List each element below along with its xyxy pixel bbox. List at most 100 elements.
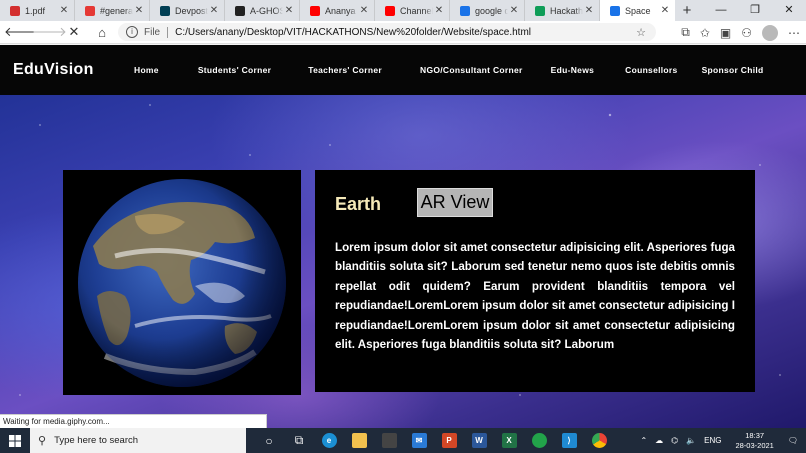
- edge-icon[interactable]: e: [314, 428, 344, 453]
- tab-close-icon[interactable]: ✕: [659, 5, 671, 16]
- youtube-icon: [385, 5, 395, 16]
- mail-icon[interactable]: ✉: [404, 428, 434, 453]
- planet-info-card: Earth AR View Lorem ipsum dolor sit amet…: [315, 170, 755, 392]
- devpost-icon: [160, 5, 170, 16]
- refresh-app-icon[interactable]: [524, 428, 554, 453]
- collections-button-icon[interactable]: ▣: [720, 26, 731, 40]
- address-field[interactable]: i File C:/Users/anany/Desktop/VIT/HACKAT…: [118, 23, 656, 41]
- toolbar-right: ⧉ ✩ ▣ ⚇ ⋯: [681, 21, 800, 44]
- notifications-icon[interactable]: 🗨: [788, 436, 798, 445]
- vscode-icon[interactable]: ⟩: [554, 428, 584, 453]
- url-scheme: File: [144, 26, 161, 38]
- word-icon[interactable]: W: [464, 428, 494, 453]
- page-viewport: EduVision Home Students' Corner Teachers' …: [0, 45, 806, 428]
- taskbar-clock[interactable]: 18:37 28-03-2021: [735, 431, 773, 451]
- nav-link-sponsor-child[interactable]: Sponsor Child: [702, 65, 764, 75]
- tab-close-icon[interactable]: ✕: [583, 5, 595, 16]
- extensions-icon[interactable]: ⚇: [741, 26, 752, 40]
- window-controls: — ❐ ✕: [704, 0, 806, 21]
- collections-icon[interactable]: ⧉: [681, 25, 690, 40]
- nav-link-students-corner[interactable]: Students' Corner: [198, 65, 271, 75]
- url-separator: [167, 26, 169, 38]
- add-favorite-icon[interactable]: ☆: [636, 26, 646, 39]
- new-tab-button[interactable]: +: [675, 0, 699, 21]
- browser-tab[interactable]: Channel c✕: [375, 0, 450, 21]
- site-navbar: EduVision Home Students' Corner Teachers' …: [0, 45, 806, 95]
- cortana-icon[interactable]: ○: [254, 428, 284, 453]
- show-hidden-icons-icon[interactable]: ⌃: [640, 436, 647, 445]
- tab-close-icon[interactable]: ✕: [433, 5, 445, 16]
- planet-title: Earth: [335, 194, 382, 214]
- browser-tab[interactable]: google dr✕: [450, 0, 525, 21]
- loading-icon: [610, 5, 620, 16]
- task-view-icon[interactable]: ⧉: [284, 428, 314, 453]
- forward-button[interactable]: 🡒: [32, 24, 67, 40]
- restore-button[interactable]: ❐: [738, 0, 772, 21]
- tab-title: A-GHOSH: [250, 5, 283, 16]
- bing-icon: [460, 5, 470, 16]
- planet-description: Lorem ipsum dolor sit amet consectetur a…: [335, 241, 735, 352]
- browser-tab[interactable]: A-GHOSH✕: [225, 0, 300, 21]
- tab-title: 1.pdf: [25, 5, 46, 16]
- close-window-button[interactable]: ✕: [772, 0, 806, 21]
- start-button[interactable]: [0, 428, 30, 453]
- windows-logo-icon: [9, 434, 21, 447]
- pdf-icon: [10, 5, 20, 16]
- tab-close-icon[interactable]: ✕: [283, 5, 295, 16]
- earth-image: [78, 178, 286, 387]
- network-icon[interactable]: ⌬: [671, 436, 678, 445]
- tab-title: #general: [100, 5, 133, 16]
- file-explorer-icon[interactable]: [344, 428, 374, 453]
- browser-tab[interactable]: #general ✕: [75, 0, 150, 21]
- address-bar-row: 🡐 🡒 ✕ ⌂ i File C:/Users/anany/Desktop/VI…: [0, 21, 806, 44]
- tab-close-icon[interactable]: ✕: [208, 5, 220, 16]
- system-tray: ⌃ ☁ ⌬ 🔈 ENG 18:37 28-03-2021 🗨: [636, 428, 806, 453]
- minimize-button[interactable]: —: [704, 0, 738, 21]
- chrome-icon[interactable]: [584, 428, 614, 453]
- tab-list: 1.pdf✕#general✕Devpost✕A-GHOSH✕Ananya G✕…: [0, 0, 675, 21]
- back-button[interactable]: 🡐: [4, 24, 39, 40]
- ar-view-button[interactable]: AR View: [417, 188, 493, 217]
- site-menu: Home Students' Corner Teachers' Corner NGO/…: [134, 65, 764, 75]
- browser-tab[interactable]: Space ✕: [600, 0, 675, 21]
- excel-icon[interactable]: X: [494, 428, 524, 453]
- favorites-icon[interactable]: ✩: [700, 26, 710, 40]
- browser-tab-strip: 1.pdf✕#general✕Devpost✕A-GHOSH✕Ananya G✕…: [0, 0, 806, 21]
- tab-close-icon[interactable]: ✕: [58, 5, 70, 16]
- stop-loading-button[interactable]: ✕: [60, 24, 88, 40]
- tab-title: Devpost: [175, 5, 208, 16]
- nav-link-teachers-corner[interactable]: Teachers' Corner: [308, 65, 382, 75]
- more-menu-icon[interactable]: ⋯: [788, 26, 800, 40]
- browser-tab[interactable]: Ananya G✕: [300, 0, 375, 21]
- nav-link-edu-news[interactable]: Edu-News: [551, 65, 595, 75]
- nav-link-counsellors[interactable]: Counsellors: [625, 65, 677, 75]
- taskbar-search-box[interactable]: ⚲ Type here to search: [30, 428, 246, 453]
- onedrive-icon[interactable]: ☁: [655, 436, 663, 445]
- browser-tab[interactable]: 1.pdf ✕: [0, 0, 75, 21]
- store-icon[interactable]: [374, 428, 404, 453]
- tab-close-icon[interactable]: ✕: [358, 5, 370, 16]
- taskbar-pinned-apps: ○ ⧉ e ✉ P W X ⟩: [254, 428, 614, 453]
- tab-close-icon[interactable]: ✕: [133, 5, 145, 16]
- home-button[interactable]: ⌂: [88, 25, 116, 40]
- powerpoint-icon[interactable]: P: [434, 428, 464, 453]
- site-logo[interactable]: EduVision: [13, 61, 94, 79]
- loading-status-bar: Waiting for media.giphy.com...: [0, 414, 267, 428]
- profile-avatar[interactable]: [762, 24, 778, 41]
- planet-image-card: [63, 170, 301, 395]
- volume-icon[interactable]: 🔈: [686, 436, 696, 445]
- github-icon: [235, 5, 245, 16]
- nav-link-ngo-consultant-corner[interactable]: NGO/Consultant Corner: [420, 65, 523, 75]
- site-info-icon[interactable]: i: [126, 26, 138, 38]
- browser-tab[interactable]: Devpost ✕: [150, 0, 225, 21]
- youtube-icon: [310, 5, 320, 16]
- slack-icon: [85, 5, 95, 16]
- tab-title: Ananya G: [325, 5, 358, 16]
- language-indicator[interactable]: ENG: [704, 436, 721, 445]
- tab-title: google dr: [475, 5, 508, 16]
- nav-link-home[interactable]: Home: [134, 65, 159, 75]
- browser-tab[interactable]: Hackatho✕: [525, 0, 600, 21]
- url-text[interactable]: C:/Users/anany/Desktop/VIT/HACKATHONS/Ne…: [175, 27, 531, 38]
- tab-title: Channel c: [400, 5, 433, 16]
- tab-close-icon[interactable]: ✕: [508, 5, 520, 16]
